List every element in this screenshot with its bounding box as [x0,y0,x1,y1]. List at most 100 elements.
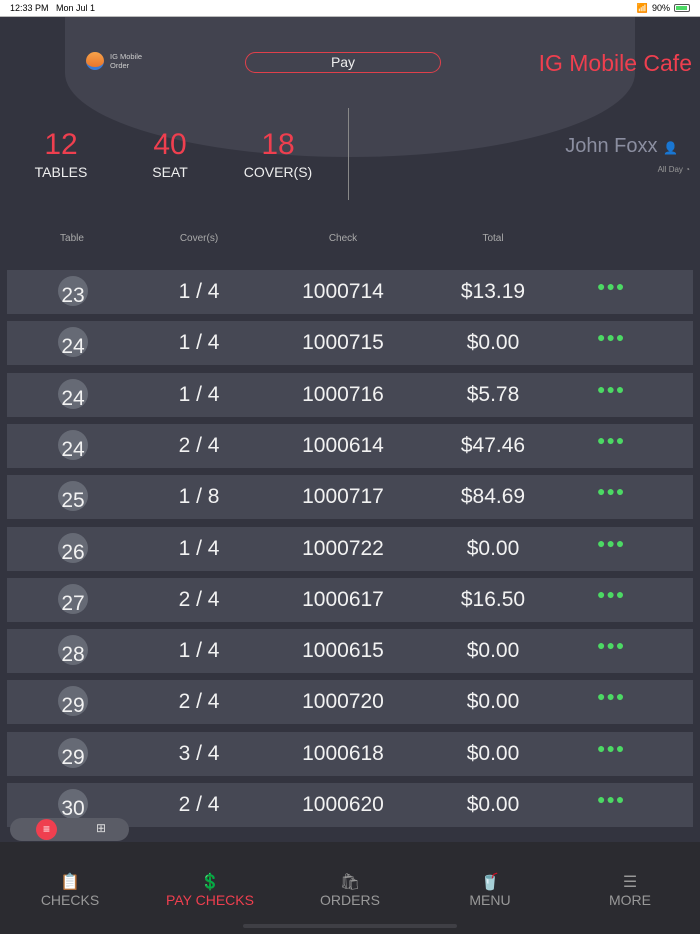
total: $16.50 [460,587,526,611]
total: $47.46 [460,433,526,457]
tab-orders[interactable]: 🛍 ORDERS [280,872,420,908]
tab-icon: ☰ [622,874,638,891]
column-header: Check [328,233,358,244]
period-icon: ◔ [685,165,690,174]
wifi-icon: 📶 [636,2,648,13]
check-number: 1000615 [302,639,384,663]
table-row[interactable]: 24 1 / 4 1000715 $0.00 ●●● [7,321,693,366]
covers: 2 / 4 [178,793,220,816]
home-indicator [243,924,457,928]
user-name: John Foxx [565,135,658,157]
total: $0.00 [466,639,520,663]
table-row[interactable]: 28 1 / 4 1000615 $0.00 ●●● [7,629,693,674]
check-number: 1000614 [302,433,384,457]
covers: 1 / 4 [178,639,220,663]
tab-bar: 📋 CHECKS 💲 PAY CHECKS 🛍 ORDERS 🥤 MENU ☰ MORE [0,842,700,934]
divider [348,108,349,200]
table-row[interactable]: 25 1 / 8 1000717 $84.69 ●●● [7,475,693,520]
covers: 2 / 4 [178,587,220,611]
tab-more[interactable]: ☰ MORE [560,872,700,908]
check-number: 1000716 [302,382,384,406]
stat-tables: 12 TABLES [11,128,111,180]
cafe-name: IG Mobile Cafe [538,50,692,76]
total: $5.78 [466,382,520,406]
more-options-icon[interactable]: ●●● [597,688,625,704]
grid-view-icon[interactable]: ⊞ [96,821,106,835]
date: Mon Jul 1 [56,3,96,13]
view-toggle[interactable]: ≡ ⊞ [10,818,129,841]
list-view-icon[interactable]: ≡ [36,819,57,840]
more-options-icon[interactable]: ●●● [597,381,625,397]
mode-button[interactable]: Pay [245,52,441,73]
tab-pay-checks[interactable]: 💲 PAY CHECKS [140,872,280,908]
tab-label: MENU [469,892,511,908]
more-options-icon[interactable]: ●●● [597,791,625,807]
covers: 3 / 4 [178,741,220,765]
covers: 2 / 4 [178,433,220,457]
total: $84.69 [460,485,526,509]
battery-icon [674,4,690,12]
stat-value: 40 [153,128,187,161]
stat-value: 18 [261,128,295,161]
sun-logo-icon [86,52,104,70]
table-row[interactable]: 24 2 / 4 1000614 $47.46 ●●● [7,423,693,468]
total: $0.00 [466,741,520,765]
tab-icon: 📋 [60,874,80,891]
table-row[interactable]: 29 2 / 4 1000720 $0.00 ●●● [7,680,693,725]
tab-checks[interactable]: 📋 CHECKS [0,872,140,908]
tab-menu[interactable]: 🥤 MENU [420,872,560,908]
tab-icon: 🛍 [339,874,361,891]
check-number: 1000617 [302,587,384,611]
meal-period[interactable]: All Day ◔ [658,165,690,174]
stat-label: COVER(S) [243,164,313,180]
table-number: 23 [61,284,85,307]
check-number: 1000717 [302,485,384,509]
table-row[interactable]: 23 1 / 4 1000714 $13.19 ●●● [7,270,693,314]
logo-text: IG Mobile [110,52,143,61]
covers: 1 / 8 [178,485,220,509]
table-number: 24 [61,386,85,410]
more-options-icon[interactable]: ●●● [597,637,625,653]
user-info[interactable]: John Foxx 👤 [565,135,678,158]
column-header: Cover(s) [179,233,219,244]
covers: 2 / 4 [178,690,220,714]
table-number: 29 [61,745,85,769]
table-number: 25 [61,489,85,513]
stat-label: SEAT [152,164,188,180]
check-number: 1000620 [302,793,384,816]
tab-label: CHECKS [40,892,100,908]
table-row[interactable]: 29 3 / 4 1000618 $0.00 ●●● [7,731,693,776]
total: $0.00 [466,690,520,714]
more-options-icon[interactable]: ●●● [597,535,625,551]
total: $0.00 [466,793,520,816]
tab-icon: 💲 [200,874,220,891]
column-header: Table [60,233,84,244]
table-number: 28 [61,643,85,667]
tab-icon: 🥤 [480,874,500,891]
status-bar: 12:33 PM Mon Jul 1 📶 90% [0,0,700,17]
check-number: 1000714 [302,280,384,303]
more-options-icon[interactable]: ●●● [597,740,625,756]
covers: 1 / 4 [178,280,220,303]
time: 12:33 PM [10,3,49,13]
check-number: 1000715 [302,331,384,355]
table-number: 27 [61,591,85,615]
covers: 1 / 4 [178,382,220,406]
table-row[interactable]: 26 1 / 4 1000722 $0.00 ●●● [7,526,693,571]
period-label: All Day [657,165,683,174]
total: $0.00 [466,331,520,355]
stat-value: 12 [44,128,78,161]
total: $13.19 [460,280,526,303]
battery-percent: 90% [651,3,670,13]
more-options-icon[interactable]: ●●● [597,432,625,448]
more-options-icon[interactable]: ●●● [597,483,625,499]
more-options-icon[interactable]: ●●● [597,278,625,294]
check-number: 1000722 [302,536,384,560]
stat-label: TABLES [34,164,88,180]
table-row[interactable]: 27 2 / 4 1000617 $16.50 ●●● [7,577,693,622]
more-options-icon[interactable]: ●●● [597,586,625,602]
more-options-icon[interactable]: ●●● [597,329,625,345]
total: $0.00 [466,536,520,560]
table-row[interactable]: 24 1 / 4 1000716 $5.78 ●●● [7,372,693,417]
tab-label: PAY CHECKS [166,892,254,908]
